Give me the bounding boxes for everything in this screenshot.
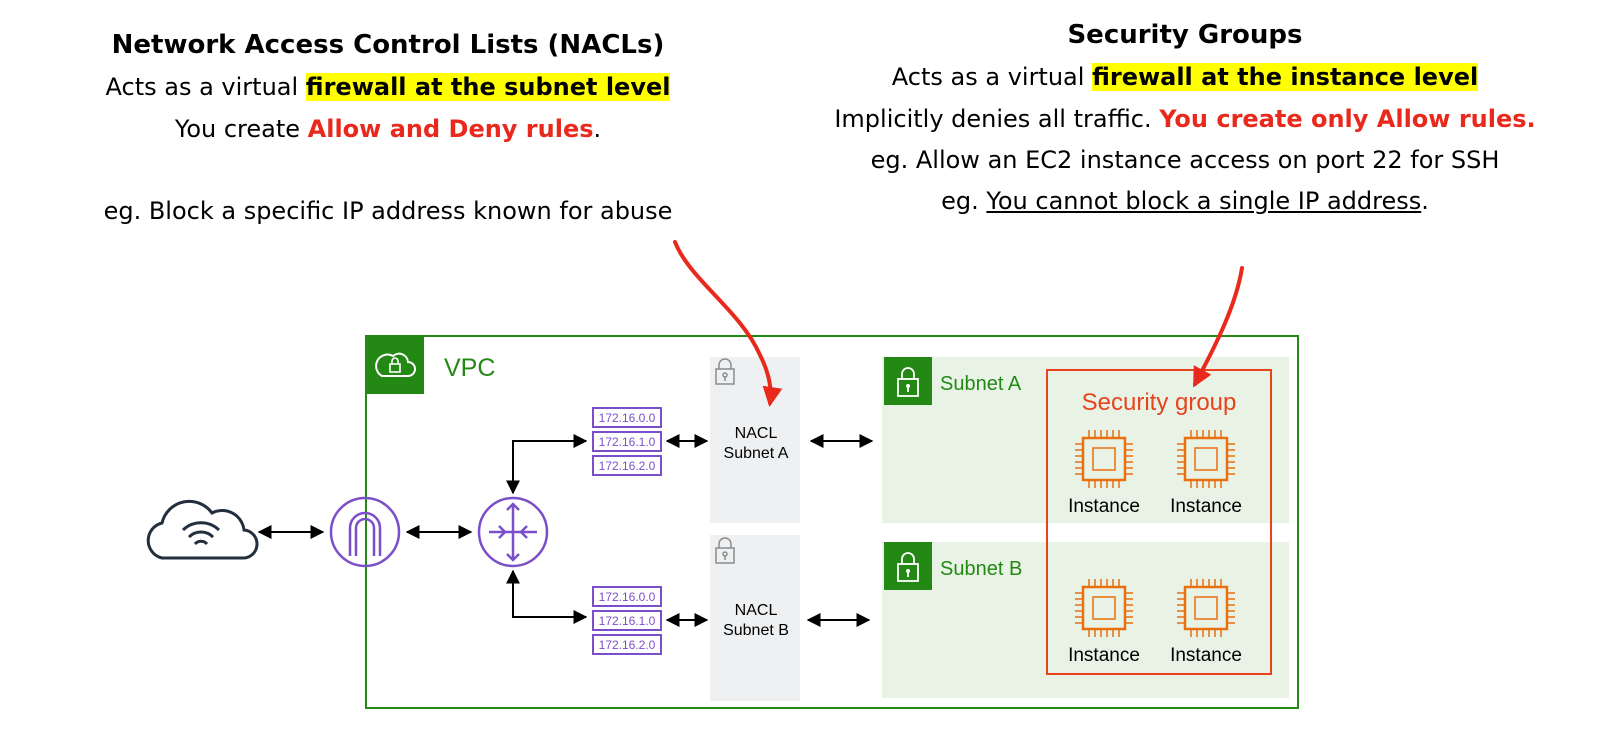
subnet-b-label: Subnet B <box>940 558 1022 580</box>
route-table-cidr: 172.16.2.0 <box>599 638 656 652</box>
nacl-a-label-2: Subnet A <box>724 445 789 462</box>
network-diagram: VPC NACL Subnet A NACL Subnet B Subnet A… <box>146 240 1299 709</box>
route-table-cidr: 172.16.1.0 <box>599 614 656 628</box>
instance-label: Instance <box>1068 645 1140 666</box>
vpc-cloud-lock-icon <box>366 336 424 394</box>
nacl-b-label-2: Subnet B <box>723 622 789 639</box>
arrow-router-rt-a <box>506 434 588 495</box>
route-table-cidr: 172.16.0.0 <box>599 411 656 425</box>
route-table-cidr: 172.16.2.0 <box>599 459 656 473</box>
vpc-label: VPC <box>444 354 495 382</box>
internet-cloud-icon <box>146 499 259 560</box>
subnet-b-lock-icon <box>884 542 932 590</box>
instance-label: Instance <box>1068 496 1140 517</box>
instance-label: Instance <box>1170 645 1242 666</box>
arrow-router-rt-b <box>506 569 588 624</box>
nacl-b-label-1: NACL <box>735 602 778 619</box>
router-icon <box>477 496 549 568</box>
route-table-cidr: 172.16.1.0 <box>599 435 656 449</box>
subnet-a-lock-icon <box>884 357 932 405</box>
subnet-a-label: Subnet A <box>940 373 1022 395</box>
nacl-a-label-1: NACL <box>735 425 778 442</box>
security-group-label: Security group <box>1082 389 1237 416</box>
route-table-cidr: 172.16.0.0 <box>599 590 656 604</box>
instance-label: Instance <box>1170 496 1242 517</box>
